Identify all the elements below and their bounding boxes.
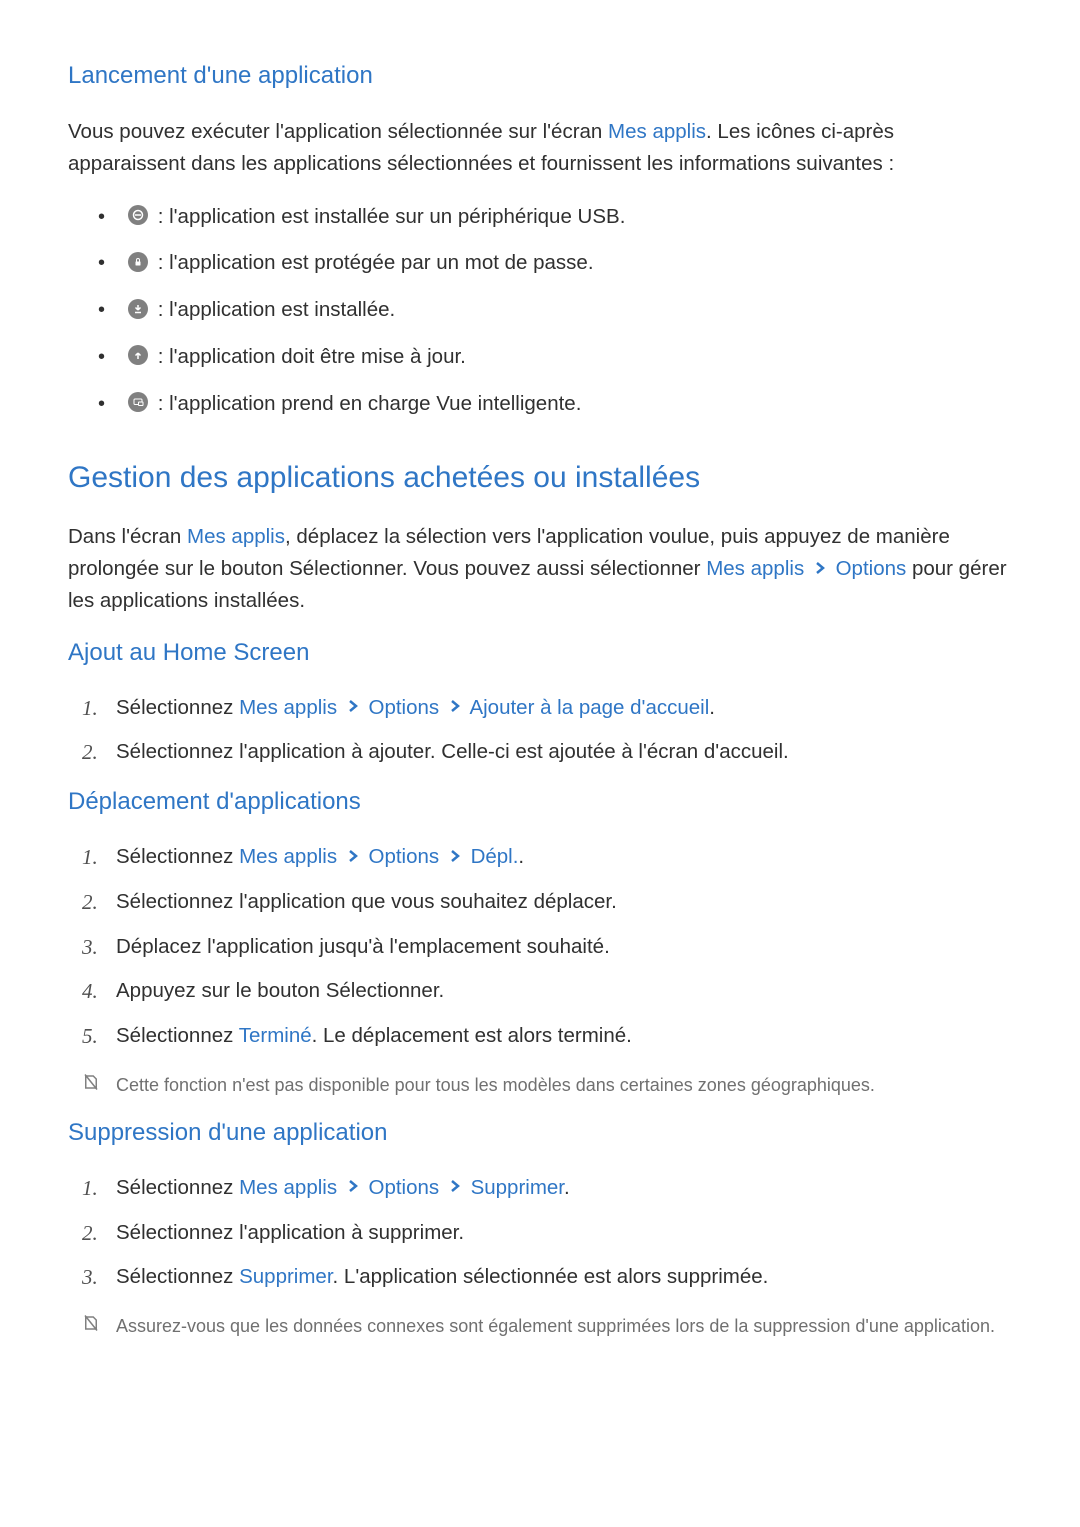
note-text: Cette fonction n'est pas disponible pour… — [116, 1075, 875, 1095]
step-number: 1. — [82, 1173, 98, 1205]
link-options[interactable]: Options — [836, 557, 907, 580]
list-item: : l'application doit être mise à jour. — [98, 342, 1012, 373]
text: Sélectionnez l'application à supprimer. — [116, 1221, 464, 1244]
chevron-right-icon — [347, 849, 359, 863]
step-number: 3. — [82, 1262, 98, 1294]
text: Dans l'écran — [68, 525, 187, 548]
text: Sélectionnez l'application que vous souh… — [116, 890, 617, 913]
text: Vous pouvez exécuter l'application sélec… — [68, 120, 608, 143]
list-item: : l'application est protégée par un mot … — [98, 248, 1012, 279]
link-mes-applis[interactable]: Mes applis — [706, 557, 804, 580]
note: Cette fonction n'est pas disponible pour… — [68, 1072, 1012, 1099]
link-mes-applis[interactable]: Mes applis — [239, 696, 337, 719]
text: : l'application prend en charge Vue inte… — [152, 392, 581, 415]
chevron-right-icon — [449, 1179, 461, 1193]
list-item: 3. Sélectionnez Supprimer. L'application… — [82, 1262, 1012, 1293]
download-icon — [128, 299, 148, 319]
list-item: 5. Sélectionnez Terminé. Le déplacement … — [82, 1021, 1012, 1052]
list-item: 2. Sélectionnez l'application à ajouter.… — [82, 737, 1012, 768]
list-item: : l'application est installée. — [98, 295, 1012, 326]
icon-explanation-list: : l'application est installée sur un pér… — [68, 202, 1012, 420]
note-text: Assurez-vous que les données connexes so… — [116, 1316, 995, 1336]
link-options[interactable]: Options — [369, 696, 440, 719]
text: . — [709, 696, 715, 719]
list-item: 4. Appuyez sur le bouton Sélectionner. — [82, 976, 1012, 1007]
link-options[interactable]: Options — [369, 845, 440, 868]
text: Appuyez sur le bouton Sélectionner. — [116, 979, 444, 1002]
text: : l'application est installée. — [152, 298, 395, 321]
step-number: 2. — [82, 887, 98, 919]
step-number: 4. — [82, 976, 98, 1008]
chevron-right-icon — [449, 849, 461, 863]
link-delete[interactable]: Supprimer — [471, 1176, 564, 1199]
link-options[interactable]: Options — [369, 1176, 440, 1199]
link-mes-applis[interactable]: Mes applis — [239, 845, 337, 868]
update-icon — [128, 345, 148, 365]
text: . Le déplacement est alors terminé. — [312, 1024, 632, 1047]
list-item: 3. Déplacez l'application jusqu'à l'empl… — [82, 932, 1012, 963]
link-mes-applis[interactable]: Mes applis — [239, 1176, 337, 1199]
link-move[interactable]: Dépl. — [471, 845, 519, 868]
step-number: 3. — [82, 932, 98, 964]
add-home-steps: 1. Sélectionnez Mes applis Options Ajout… — [68, 693, 1012, 769]
text: Sélectionnez — [116, 1265, 239, 1288]
text: . L'application sélectionnée est alors s… — [333, 1265, 769, 1288]
chevron-right-icon — [347, 1179, 359, 1193]
text: Sélectionnez — [116, 696, 239, 719]
list-item: 1. Sélectionnez Mes applis Options Suppr… — [82, 1173, 1012, 1204]
list-item: : l'application prend en charge Vue inte… — [98, 389, 1012, 420]
text: Sélectionnez l'application à ajouter. Ce… — [116, 740, 789, 763]
smart-view-icon — [128, 392, 148, 412]
usb-icon — [128, 205, 148, 225]
list-item: 2. Sélectionnez l'application que vous s… — [82, 887, 1012, 918]
manage-apps-intro: Dans l'écran Mes applis, déplacez la sél… — [68, 521, 1012, 616]
text: : l'application est installée sur un pér… — [152, 205, 625, 228]
note-icon — [82, 1073, 100, 1091]
section-launch-intro: Vous pouvez exécuter l'application sélec… — [68, 116, 1012, 180]
link-delete[interactable]: Supprimer — [239, 1265, 332, 1288]
note: Assurez-vous que les données connexes so… — [68, 1313, 1012, 1340]
chevron-right-icon — [449, 699, 461, 713]
section-move-title: Déplacement d'applications — [68, 788, 1012, 816]
page: Lancement d'une application Vous pouvez … — [0, 0, 1080, 1527]
list-item: 1. Sélectionnez Mes applis Options Dépl.… — [82, 842, 1012, 873]
step-number: 1. — [82, 693, 98, 725]
list-item: 2. Sélectionnez l'application à supprime… — [82, 1218, 1012, 1249]
step-number: 1. — [82, 842, 98, 874]
chevron-right-icon — [347, 699, 359, 713]
text: Déplacez l'application jusqu'à l'emplace… — [116, 935, 610, 958]
text: . — [564, 1176, 570, 1199]
section-add-home-title: Ajout au Home Screen — [68, 639, 1012, 667]
step-number: 5. — [82, 1021, 98, 1053]
list-item: : l'application est installée sur un pér… — [98, 202, 1012, 233]
chevron-right-icon — [814, 561, 826, 575]
move-steps: 1. Sélectionnez Mes applis Options Dépl.… — [68, 842, 1012, 1052]
link-mes-applis[interactable]: Mes applis — [608, 120, 706, 143]
link-mes-applis[interactable]: Mes applis — [187, 525, 285, 548]
step-number: 2. — [82, 1218, 98, 1250]
note-icon — [82, 1314, 100, 1332]
text: Sélectionnez — [116, 845, 239, 868]
text: : l'application est protégée par un mot … — [152, 251, 594, 274]
text: Sélectionnez — [116, 1024, 239, 1047]
step-number: 2. — [82, 737, 98, 769]
lock-icon — [128, 252, 148, 272]
link-done[interactable]: Terminé — [239, 1024, 312, 1047]
delete-steps: 1. Sélectionnez Mes applis Options Suppr… — [68, 1173, 1012, 1293]
section-launch-title: Lancement d'une application — [68, 62, 1012, 90]
heading-manage-apps: Gestion des applications achetées ou ins… — [68, 461, 1012, 495]
text: : l'application doit être mise à jour. — [152, 345, 466, 368]
text: Sélectionnez — [116, 1176, 239, 1199]
link-add-home[interactable]: Ajouter à la page d'accueil — [469, 696, 709, 719]
list-item: 1. Sélectionnez Mes applis Options Ajout… — [82, 693, 1012, 724]
section-delete-title: Suppression d'une application — [68, 1119, 1012, 1147]
text: . — [518, 845, 524, 868]
